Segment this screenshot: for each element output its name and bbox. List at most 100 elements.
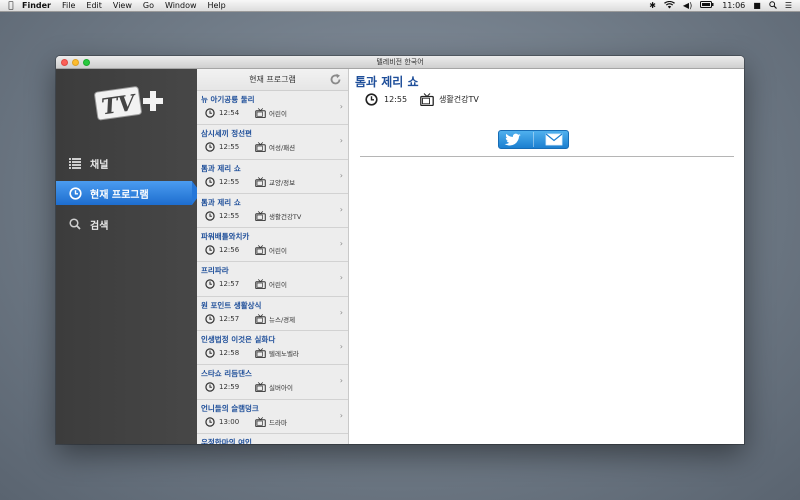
program-genre: 여성/패션 [269,144,296,153]
share-bar [498,130,569,149]
program-row[interactable]: 파워배틀와치카 12:56 어린이 › [197,228,348,263]
apple-icon[interactable]:  [0,1,22,11]
chevron-right-icon: › [339,204,343,214]
program-row[interactable]: 원 포인트 생활상식 12:57 뉴스/경제 › [197,297,348,332]
window-title: 텔레비전 한국어 [376,58,424,66]
sidebar-item-search[interactable]: 검색 [56,212,197,236]
program-genre: 생활건강TV [269,212,302,221]
program-rows: 뉴 아기공룡 둘리 12:54 어린이 › 삼시세끼 정선편 12:55 여성/패션 › 톰과 … [197,91,348,444]
sidebar-item-label: 검색 [90,220,109,232]
list-icon [68,156,82,170]
program-row[interactable]: 스타쇼 리듬댄스 12:59 실버아이 › [197,365,348,400]
menu-help[interactable]: Help [208,1,233,10]
zoom-button[interactable] [83,59,90,66]
spotlight-icon[interactable] [769,0,777,11]
notification-list-icon[interactable]: ☰ [785,1,792,10]
minimize-button[interactable] [72,59,79,66]
chevron-right-icon: › [339,410,343,420]
program-time: 12:59 [219,383,240,392]
tv-icon [255,245,266,256]
clock-icon [205,176,215,187]
sidebar-item-label: 현재 프로그램 [90,189,149,201]
program-name: 프리파라 [201,266,229,276]
program-genre: 어린이 [269,110,287,118]
clock-icon [365,93,378,106]
program-name: 톰과 제리 쇼 [201,163,241,173]
program-row[interactable]: 뉴 아기공룡 둘리 12:54 어린이 › [197,91,348,126]
twitter-icon[interactable] [504,133,522,147]
program-name: 스타쇼 리듬댄스 [201,369,252,379]
bluetooth-icon[interactable]: ✱ [649,1,656,10]
program-row[interactable]: 톰과 제리 쇼 12:55 생활건강TV › [197,194,348,229]
program-time: 12:57 [219,314,240,323]
clock-icon [205,416,215,427]
clock-icon [205,245,215,255]
program-meta: 12:55 생활건강TV [201,211,348,221]
program-list[interactable]: 현재 프로그램 뉴 아기공룡 둘리 12:54 어린이 › 삼시세끼 정선편 12:55 여… [197,69,349,444]
svg-text:TV: TV [100,90,139,121]
program-time: 13:00 [219,417,240,426]
clock-icon [205,382,215,393]
clock-icon [205,314,215,324]
window-titlebar[interactable]: 텔레비전 한국어 [56,56,744,69]
program-genre: 뉴스/경제 [269,315,296,324]
app-window: 텔레비전 한국어 TV 채널 현재 프로그램 검색 현재 프로그램 뉴 아기공룡… [56,56,744,444]
program-meta: 12:55 여성/패션 [201,142,348,153]
tv-icon [255,416,266,427]
program-genre: 교양/정보 [269,178,296,187]
program-row[interactable]: 프리파라 12:57 어린이 › [197,262,348,297]
email-icon[interactable] [545,133,563,146]
menu-window[interactable]: Window [165,1,204,10]
program-row[interactable]: 언니들의 슬램덩크 13:00 드라마 › [197,400,348,434]
program-genre: 드라마 [269,418,287,427]
wifi-icon[interactable] [663,0,675,11]
menu-app-name[interactable]: Finder [22,1,58,10]
program-name: 뉴 아기공룡 둘리 [201,95,255,104]
window-controls [61,59,90,66]
program-genre: 어린이 [269,247,287,256]
sidebar: TV 채널 현재 프로그램 검색 [56,69,201,444]
program-list-title: 현재 프로그램 [249,75,296,84]
menu-go[interactable]: Go [143,1,161,10]
clock-icon [205,211,215,221]
menubar-clock[interactable]: 11:06 [722,1,745,10]
program-meta: 12:54 어린이 [201,108,348,118]
chevron-right-icon: › [339,342,343,352]
menu-file[interactable]: File [62,1,82,10]
program-genre: 어린이 [269,281,287,290]
sidebar-item-label: 채널 [90,159,109,171]
clock-icon [68,186,82,200]
battery-icon[interactable] [700,1,714,10]
sidebar-item-current-programs[interactable]: 현재 프로그램 [56,181,201,205]
program-genre: 텔레노벨라 [269,350,299,359]
tv-icon [255,142,266,153]
refresh-icon[interactable] [329,73,342,86]
detail-genre: 생활건강TV [439,95,479,104]
program-row[interactable]: 우정한마의 여인› [197,434,348,444]
menu-edit[interactable]: Edit [86,1,109,10]
program-name: 파워배틀와치카 [201,232,250,242]
program-meta: 12:58 텔레노벨라 [201,348,348,359]
volume-icon[interactable]: ◀) [683,1,692,10]
program-row[interactable]: 톰과 제리 쇼 12:55 교양/정보 › [197,160,348,194]
program-row[interactable]: 인생법정 이것은 실화다 12:58 텔레노벨라 › [197,331,348,366]
tv-icon [255,279,266,290]
menu-view[interactable]: View [113,1,139,10]
close-button[interactable] [61,59,68,66]
program-row[interactable]: 삼시세끼 정선편 12:55 여성/패션 › [197,125,348,160]
chevron-right-icon: › [339,307,343,317]
sidebar-item-channels[interactable]: 채널 [56,151,197,175]
user-icon[interactable]: ■ [753,1,761,10]
program-meta: 12:57 뉴스/경제 [201,313,348,324]
program-name: 우정한마의 여인 [201,437,252,444]
program-name: 톰과 제리 쇼 [201,197,241,207]
tv-plus-logo: TV [94,86,163,121]
program-time: 12:57 [219,280,240,289]
clock-icon [205,142,215,152]
program-time: 12:55 [219,177,240,186]
menubar-status-area: ✱ ◀) 11:06 ■ ☰ [649,0,800,11]
chevron-right-icon: › [339,273,343,283]
program-time: 12:58 [219,349,240,358]
detail-time: 12:55 [384,95,408,104]
program-meta: 12:59 실버아이 [201,382,348,393]
